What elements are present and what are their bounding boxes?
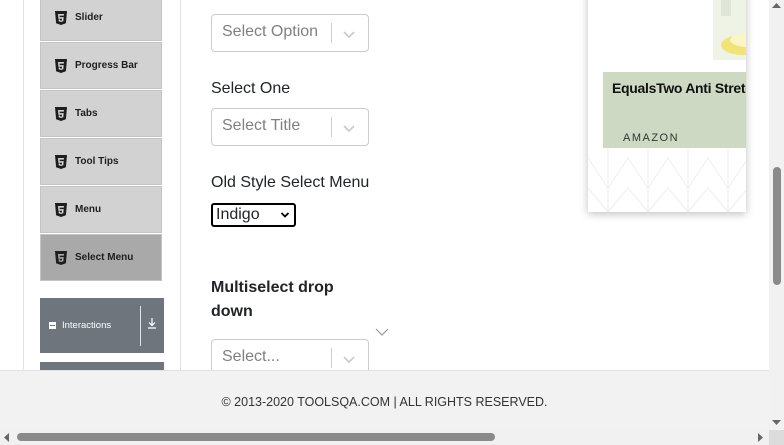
html5-icon	[55, 250, 67, 265]
html5-icon	[55, 202, 67, 217]
sidebar-item-label: Progress Bar	[75, 60, 138, 71]
advertisement[interactable]: EqualsTwo Anti Stretch AMAZON	[588, 0, 746, 212]
scroll-down-icon[interactable]	[772, 420, 781, 426]
select-value-dropdown[interactable]: Select Option	[211, 14, 369, 52]
scrollbar-corner	[769, 430, 784, 445]
chevron-down-icon[interactable]	[342, 27, 356, 41]
sidebar-divider	[23, 0, 24, 372]
sidebar-item-progress-bar[interactable]: Progress Bar	[40, 42, 162, 89]
dropdown-separator	[331, 348, 332, 368]
horizontal-scrollbar[interactable]	[0, 430, 769, 445]
sidebar-item-label: Tool Tips	[75, 156, 119, 167]
html5-icon	[55, 106, 67, 121]
sidebar-item-tabs[interactable]: Tabs	[40, 90, 162, 137]
sidebar-item-label: Slider	[75, 12, 103, 23]
minus-square-icon	[49, 322, 56, 329]
chevron-down-icon	[280, 212, 290, 218]
sidebar-item-select-menu[interactable]: Select Menu	[40, 234, 162, 281]
element-list: Slider Progress Bar Tabs Tool Tips Menu …	[40, 0, 162, 282]
group-header-interactions[interactable]: Interactions	[40, 298, 164, 353]
select-one-placeholder: Select Title	[222, 117, 301, 134]
html5-icon	[55, 154, 67, 169]
dropdown-separator	[331, 23, 332, 43]
multiselect-placeholder: Select...	[222, 348, 280, 365]
sidebar-item-menu[interactable]: Menu	[40, 186, 162, 233]
html5-icon	[55, 10, 67, 25]
scroll-right-icon[interactable]	[758, 433, 764, 442]
scroll-left-icon[interactable]	[3, 433, 9, 442]
download-arrow-icon[interactable]	[145, 316, 159, 330]
left-sidebar: Slider Progress Bar Tabs Tool Tips Menu …	[0, 0, 200, 372]
multiselect-label: Multiselect drop down	[211, 279, 334, 320]
ad-title[interactable]: EqualsTwo Anti Stretch	[612, 80, 746, 96]
horizontal-scrollbar-thumb[interactable]	[17, 433, 495, 441]
product-image	[603, 0, 746, 72]
footer-copyright: © 2013-2020 TOOLSQA.COM | ALL RIGHTS RES…	[221, 395, 548, 409]
sidebar-item-label: Select Menu	[75, 252, 134, 263]
select-one-label: Select One	[211, 80, 291, 97]
page-footer: © 2013-2020 TOOLSQA.COM | ALL RIGHTS RES…	[0, 370, 769, 430]
chevron-down-icon[interactable]	[375, 327, 389, 337]
scroll-up-icon[interactable]	[772, 2, 781, 8]
dropdown-separator	[331, 117, 332, 137]
sidebar-item-slider[interactable]: Slider	[40, 0, 162, 41]
select-value-placeholder: Select Option	[222, 23, 319, 40]
sidebar-item-label: Tabs	[75, 108, 98, 119]
content-divider	[180, 0, 181, 372]
vertical-scrollbar[interactable]	[769, 0, 784, 430]
html5-icon	[55, 58, 67, 73]
vertical-scrollbar-thumb[interactable]	[773, 167, 781, 285]
old-style-select-value: Indigo	[216, 206, 260, 223]
old-style-select[interactable]: Indigo	[211, 203, 296, 227]
main-content: Select Option Select One Select Title Ol…	[180, 0, 590, 377]
group-header-divider	[140, 306, 141, 346]
sidebar-item-label: Menu	[75, 204, 102, 215]
ad-brand: AMAZON	[623, 132, 680, 144]
chevron-down-icon[interactable]	[342, 352, 356, 366]
sidebar-item-tool-tips[interactable]: Tool Tips	[40, 138, 162, 185]
group-header-label: Interactions	[62, 320, 112, 331]
old-style-select-label: Old Style Select Menu	[211, 174, 370, 191]
chevron-down-icon[interactable]	[342, 121, 356, 135]
ad-background-pattern	[588, 148, 746, 212]
select-one-dropdown[interactable]: Select Title	[211, 108, 369, 146]
